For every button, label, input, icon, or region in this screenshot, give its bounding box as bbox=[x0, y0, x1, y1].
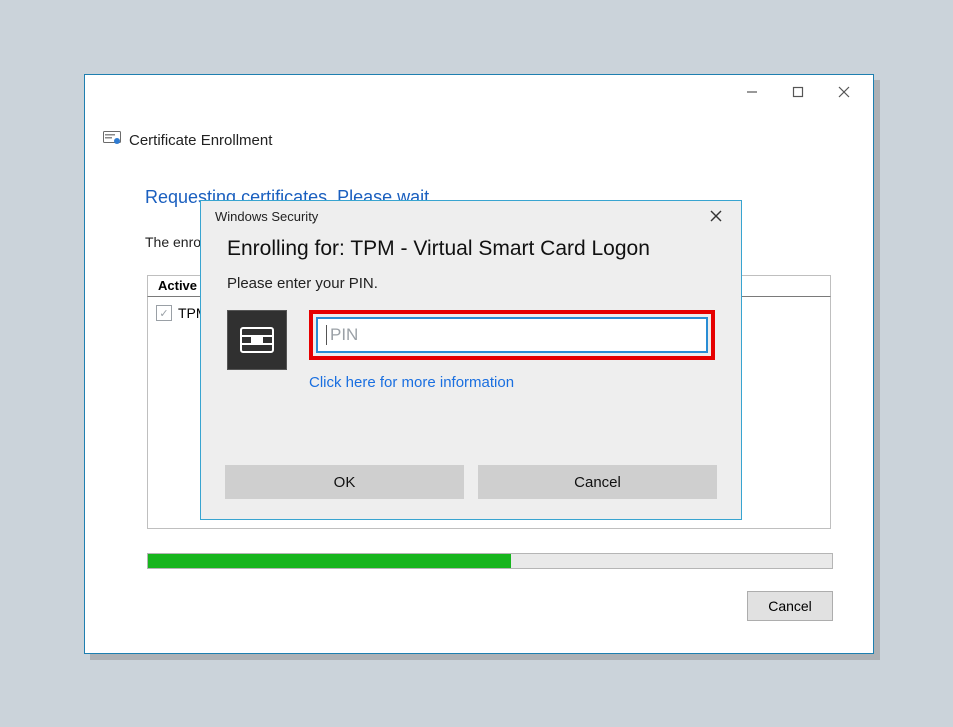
wizard-cancel-button[interactable]: Cancel bbox=[747, 591, 833, 621]
dialog-instruction: Please enter your PIN. bbox=[227, 275, 715, 292]
dialog-button-row: OK Cancel bbox=[225, 465, 717, 499]
wizard-cancel-label: Cancel bbox=[768, 598, 812, 614]
pin-input[interactable] bbox=[328, 324, 698, 346]
ok-button[interactable]: OK bbox=[225, 465, 464, 499]
cancel-button[interactable]: Cancel bbox=[478, 465, 717, 499]
window-controls bbox=[729, 77, 867, 107]
dialog-titlebar-text: Windows Security bbox=[215, 209, 318, 224]
dialog-close-button[interactable] bbox=[697, 203, 735, 229]
dialog-body: Enrolling for: TPM - Virtual Smart Card … bbox=[201, 231, 741, 391]
ok-button-label: OK bbox=[334, 474, 356, 491]
windows-security-dialog: Windows Security Enrolling for: TPM - Vi… bbox=[200, 200, 742, 520]
pin-input-shell[interactable] bbox=[316, 317, 708, 353]
certificate-icon bbox=[103, 131, 121, 149]
window-label-text: Certificate Enrollment bbox=[129, 132, 272, 149]
close-button[interactable] bbox=[821, 77, 867, 107]
pin-row: Click here for more information bbox=[227, 310, 715, 391]
maximize-button[interactable] bbox=[775, 77, 821, 107]
pin-column: Click here for more information bbox=[309, 310, 715, 391]
progress-bar bbox=[147, 553, 833, 569]
dialog-titlebar: Windows Security bbox=[201, 201, 741, 231]
text-cursor bbox=[326, 325, 327, 345]
more-info-link[interactable]: Click here for more information bbox=[309, 374, 715, 391]
cancel-button-label: Cancel bbox=[574, 474, 621, 491]
checkbox-icon[interactable]: ✓ bbox=[156, 305, 172, 321]
progress-fill bbox=[148, 554, 511, 568]
smart-card-chip-icon bbox=[227, 310, 287, 370]
minimize-button[interactable] bbox=[729, 77, 775, 107]
window-label: Certificate Enrollment bbox=[103, 131, 272, 149]
column-header-label: Active bbox=[158, 278, 197, 293]
dialog-heading: Enrolling for: TPM - Virtual Smart Card … bbox=[227, 237, 715, 261]
pin-input-highlight bbox=[309, 310, 715, 360]
